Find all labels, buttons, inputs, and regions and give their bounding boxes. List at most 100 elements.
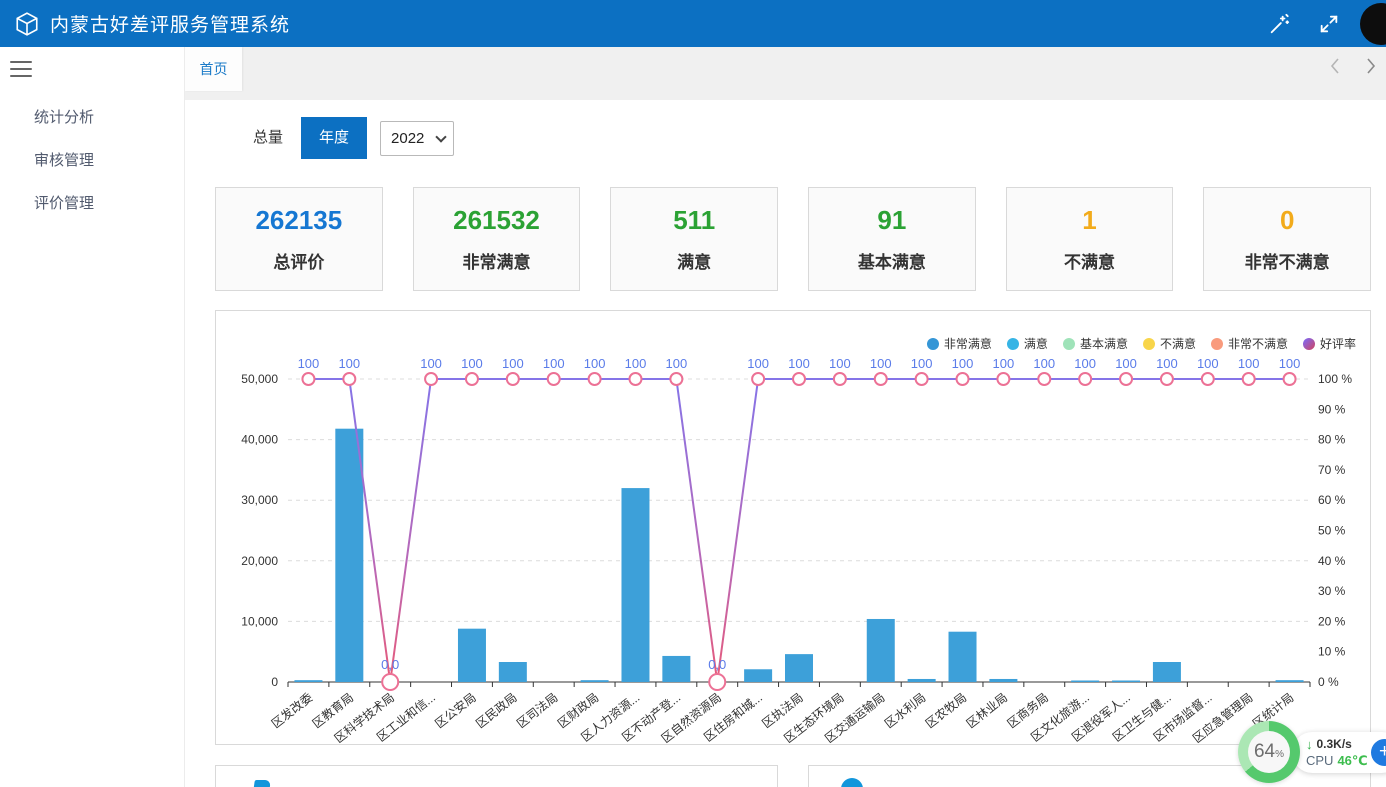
year-select[interactable]: 2022 <box>380 121 454 156</box>
svg-text:20 %: 20 % <box>1318 614 1346 628</box>
legend-label: 基本满意 <box>1080 335 1128 352</box>
svg-text:100: 100 <box>543 356 565 371</box>
fullscreen-icon[interactable] <box>1318 13 1340 35</box>
svg-text:100: 100 <box>420 356 442 371</box>
line-marker[interactable] <box>752 373 764 385</box>
user-avatar[interactable] <box>1360 3 1386 45</box>
scope-year-button[interactable]: 年度 <box>301 117 367 159</box>
svg-text:100: 100 <box>584 356 606 371</box>
legend-item[interactable]: 基本满意 <box>1063 335 1128 352</box>
line-marker[interactable] <box>548 373 560 385</box>
chevron-right-icon[interactable] <box>1364 55 1378 77</box>
bar[interactable] <box>1112 681 1140 683</box>
bar[interactable] <box>949 632 977 682</box>
line-marker[interactable] <box>302 373 314 385</box>
legend-dot <box>1007 338 1019 350</box>
legend-label: 非常满意 <box>944 335 992 352</box>
line-marker[interactable] <box>875 373 887 385</box>
stat-value: 261532 <box>453 205 540 236</box>
legend-item[interactable]: 满意 <box>1007 335 1048 352</box>
bar[interactable] <box>335 429 363 682</box>
legend-item[interactable]: 非常满意 <box>927 335 992 352</box>
bar-series-very-satisfied[interactable] <box>294 429 1303 682</box>
svg-text:100: 100 <box>993 356 1015 371</box>
line-marker[interactable] <box>916 373 928 385</box>
line-marker[interactable] <box>1202 373 1214 385</box>
chart-legend: 非常满意满意 基本满意不满意 非常不满意 好评率 <box>927 335 1356 352</box>
chevron-left-icon[interactable] <box>1328 55 1342 77</box>
legend-item[interactable]: 不满意 <box>1143 335 1196 352</box>
magic-wand-icon[interactable] <box>1268 13 1290 35</box>
bar[interactable] <box>908 679 936 682</box>
bar[interactable] <box>867 619 895 682</box>
bar[interactable] <box>989 679 1017 682</box>
sidebar-item-statistics[interactable]: 统计分析 <box>0 95 184 138</box>
satisfaction-chart-card: 非常满意满意基本满意不满意非常不满意好评率 010,00020,00030,00… <box>215 310 1371 745</box>
main-content: 总量 年度 2022 262135 总评价 261532 非常满意 <box>185 100 1386 787</box>
line-marker[interactable] <box>1120 373 1132 385</box>
bar[interactable] <box>499 662 527 682</box>
bar[interactable] <box>581 680 609 682</box>
stat-card-satisfied: 511 满意 <box>610 187 778 291</box>
line-marker[interactable] <box>793 373 805 385</box>
legend-dot <box>1211 338 1223 350</box>
line-marker[interactable] <box>1038 373 1050 385</box>
tab-home[interactable]: 首页 <box>185 47 242 91</box>
svg-text:区农牧局: 区农牧局 <box>923 690 969 731</box>
bar[interactable] <box>1276 680 1304 682</box>
line-marker[interactable] <box>507 373 519 385</box>
svg-text:100: 100 <box>870 356 892 371</box>
svg-text:80 %: 80 % <box>1318 433 1346 447</box>
bar[interactable] <box>785 654 813 682</box>
legend-item[interactable]: 好评率 <box>1303 335 1356 352</box>
svg-text:30,000: 30,000 <box>241 493 278 507</box>
sidebar-item-evaluation[interactable]: 评价管理 <box>0 181 184 224</box>
line-marker[interactable] <box>1161 373 1173 385</box>
legend-dot <box>927 338 939 350</box>
monitor-panel: ↓ 0.3K/s CPU 46℃ + <box>1292 732 1386 773</box>
line-series-positive-rate[interactable]: 1001000,01001001001001001001000,01001001… <box>298 356 1301 690</box>
line-marker[interactable] <box>997 373 1009 385</box>
bottom-row <box>215 765 1371 787</box>
line-marker[interactable] <box>425 373 437 385</box>
bar[interactable] <box>458 629 486 682</box>
line-marker[interactable] <box>382 674 398 690</box>
hamburger-icon[interactable] <box>10 61 32 77</box>
line-marker[interactable] <box>1243 373 1255 385</box>
cpu-gauge[interactable]: 64 % <box>1238 721 1300 783</box>
bar[interactable] <box>1153 662 1181 682</box>
svg-text:100: 100 <box>747 356 769 371</box>
svg-text:10 %: 10 % <box>1318 645 1346 659</box>
scope-total-button[interactable]: 总量 <box>235 117 301 159</box>
legend-label: 好评率 <box>1320 335 1356 352</box>
bar[interactable] <box>744 669 772 682</box>
legend-label: 非常不满意 <box>1228 335 1288 352</box>
svg-text:0,0: 0,0 <box>708 657 726 672</box>
sidebar-item-audit[interactable]: 审核管理 <box>0 138 184 181</box>
line-marker[interactable] <box>834 373 846 385</box>
stat-card-total: 262135 总评价 <box>215 187 383 291</box>
line-marker[interactable] <box>466 373 478 385</box>
grid-lines: 010,00020,00030,00040,00050,0000 %10 %20… <box>241 372 1352 689</box>
bar[interactable] <box>662 656 690 682</box>
svg-text:40,000: 40,000 <box>241 433 278 447</box>
line-marker[interactable] <box>709 674 725 690</box>
line-marker[interactable] <box>343 373 355 385</box>
bar[interactable] <box>621 488 649 682</box>
plus-icon[interactable]: + <box>1371 739 1386 766</box>
bar[interactable] <box>1071 681 1099 683</box>
bottom-card-left <box>215 765 778 787</box>
line-marker[interactable] <box>957 373 969 385</box>
bar[interactable] <box>294 680 322 682</box>
legend-dot <box>1143 338 1155 350</box>
svg-text:区民政局: 区民政局 <box>473 690 519 731</box>
line-marker[interactable] <box>1284 373 1296 385</box>
line-marker[interactable] <box>670 373 682 385</box>
svg-text:50,000: 50,000 <box>241 372 278 386</box>
svg-text:90 %: 90 % <box>1318 402 1346 416</box>
line-marker[interactable] <box>589 373 601 385</box>
line-marker[interactable] <box>629 373 641 385</box>
legend-item[interactable]: 非常不满意 <box>1211 335 1288 352</box>
line-marker[interactable] <box>1079 373 1091 385</box>
app-header: 内蒙古好差评服务管理系统 <box>0 0 1386 47</box>
